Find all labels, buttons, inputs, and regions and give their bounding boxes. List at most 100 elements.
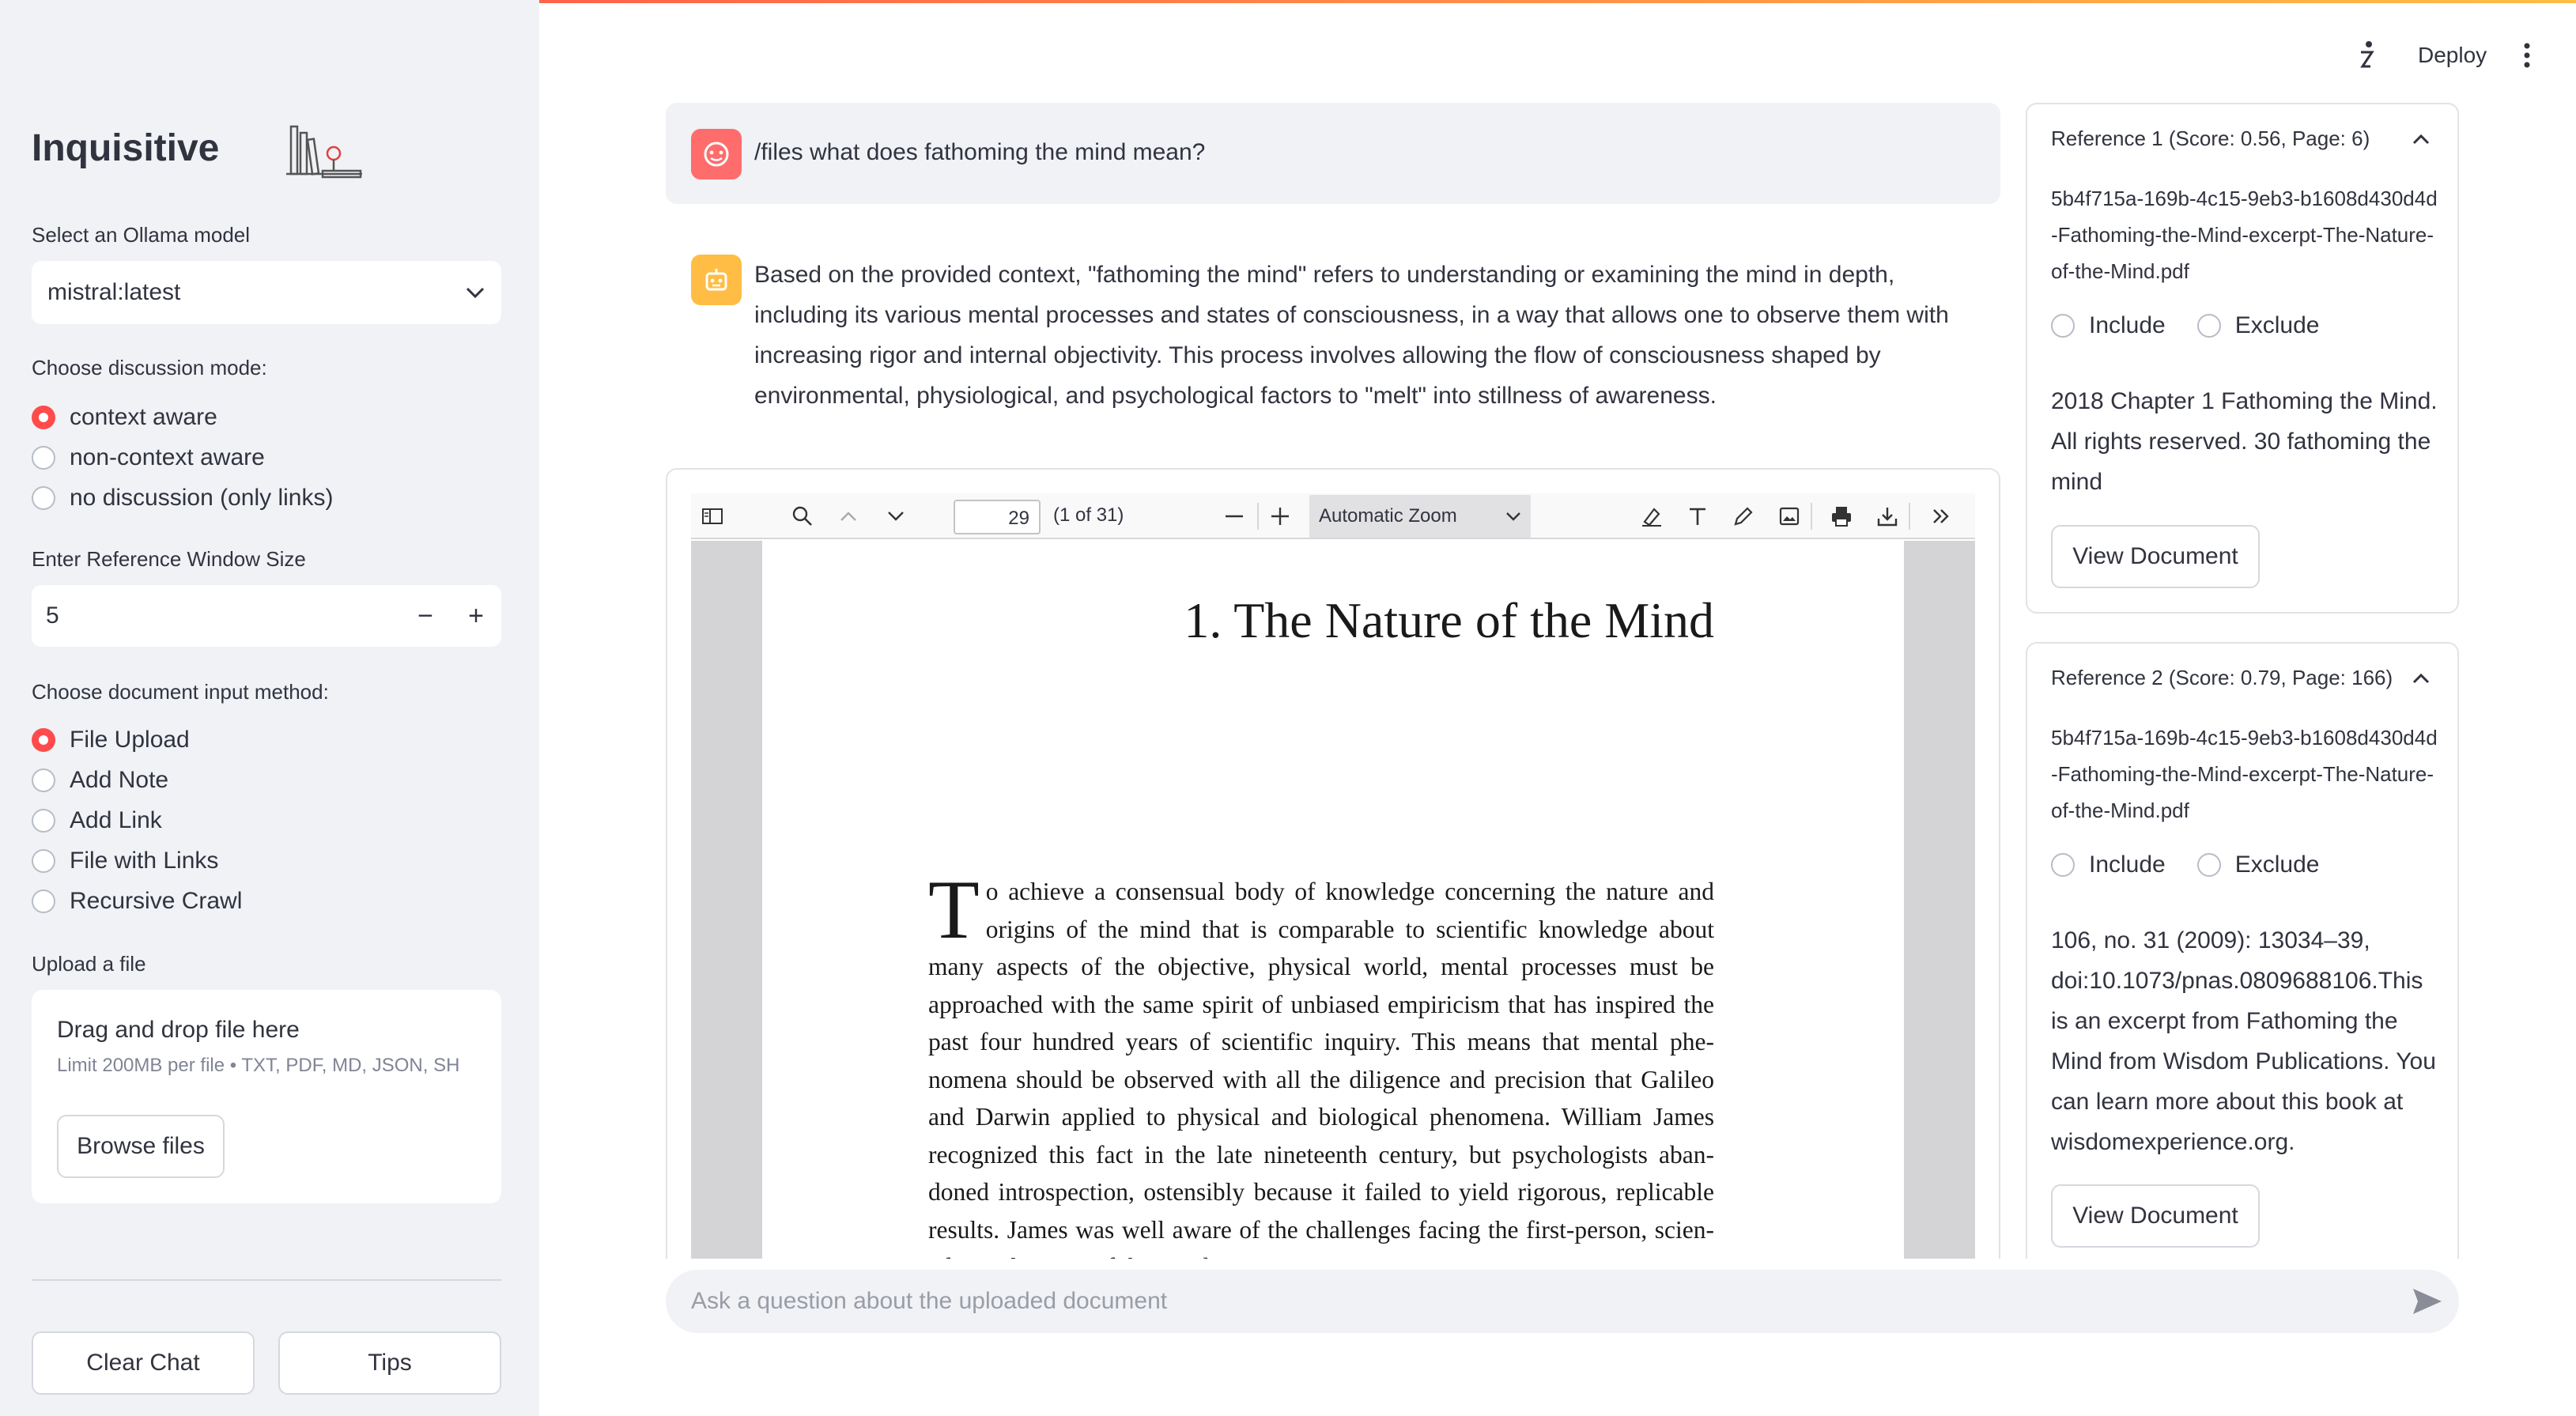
model-label: Select an Ollama model xyxy=(32,223,251,247)
print-icon[interactable] xyxy=(1830,504,1853,528)
view-document-button[interactable]: View Document xyxy=(2051,525,2260,588)
books-logo-icon xyxy=(286,125,362,179)
radio-selected-icon xyxy=(32,405,55,429)
mode-option-context-aware[interactable]: context aware xyxy=(32,397,333,437)
exclude-radio[interactable]: Exclude xyxy=(2196,849,2319,881)
pdf-viewer[interactable]: 29 (1 of 31) Automatic Zoom 1. The Natur… xyxy=(666,468,2000,1259)
sidebar-divider xyxy=(32,1279,501,1281)
chat-input-placeholder: Ask a question about the uploaded docume… xyxy=(691,1288,1168,1314)
clear-chat-button[interactable]: Clear Chat xyxy=(32,1331,255,1395)
chevron-up-icon[interactable] xyxy=(2412,672,2431,685)
chat-input[interactable]: Ask a question about the uploaded docume… xyxy=(666,1270,2459,1333)
pdf-canvas-background: 1. The Nature of the Mind To achieve a c… xyxy=(691,541,1975,1259)
radio-empty-icon xyxy=(2051,853,2075,877)
sidebar-toggle-icon[interactable] xyxy=(701,504,724,528)
input-option-add-note[interactable]: Add Note xyxy=(32,760,242,800)
next-page-icon[interactable] xyxy=(884,504,908,528)
input-option-recursive-crawl[interactable]: Recursive Crawl xyxy=(32,881,242,921)
radio-empty-icon xyxy=(32,889,55,913)
highlight-icon[interactable] xyxy=(1640,504,1664,528)
mode-label: Choose discussion mode: xyxy=(32,356,267,379)
increment-button[interactable]: + xyxy=(451,585,501,647)
input-option-add-link[interactable]: Add Link xyxy=(32,800,242,840)
app-title: Inquisitive xyxy=(32,127,220,169)
radio-empty-icon xyxy=(2196,314,2221,338)
pdf-chapter-title: 1. The Nature of the Mind xyxy=(1184,592,1714,648)
input-method-label: Choose document input method: xyxy=(32,680,329,704)
radio-empty-icon xyxy=(2196,853,2221,877)
dropzone-title: Drag and drop file here xyxy=(57,1017,300,1043)
browse-files-button[interactable]: Browse files xyxy=(57,1115,225,1178)
page-number-input[interactable]: 29 xyxy=(954,500,1041,534)
main-menu-icon[interactable] xyxy=(2521,40,2533,71)
mode-radio-group: context aware non-context aware no discu… xyxy=(32,397,333,518)
text-tool-icon[interactable] xyxy=(1686,504,1709,528)
radio-selected-icon xyxy=(32,727,55,752)
user-message-text: /files what does fathoming the mind mean… xyxy=(754,139,1206,165)
zoom-out-icon[interactable] xyxy=(1222,504,1246,528)
window-size-value[interactable]: 5 xyxy=(46,602,400,629)
dropzone-limit: Limit 200MB per file • TXT, PDF, MD, JSO… xyxy=(57,1055,460,1076)
search-icon[interactable] xyxy=(791,504,814,528)
toolbar-separator xyxy=(1909,503,1910,530)
radio-empty-icon xyxy=(32,768,55,792)
chevron-up-icon[interactable] xyxy=(2412,133,2431,145)
model-select-value: mistral:latest xyxy=(47,279,181,305)
input-method-radio-group: File Upload Add Note Add Link File with … xyxy=(32,719,242,921)
include-radio[interactable]: Include xyxy=(2051,849,2166,881)
pdf-toolbar: 29 (1 of 31) Automatic Zoom xyxy=(691,493,1975,539)
pdf-body-text: To achieve a consensual body of knowledg… xyxy=(928,863,1714,1259)
radio-empty-icon xyxy=(32,808,55,833)
image-icon[interactable] xyxy=(1777,504,1801,528)
running-status-icon[interactable] xyxy=(2355,38,2378,73)
tips-button[interactable]: Tips xyxy=(278,1331,501,1395)
include-radio[interactable]: Include xyxy=(2051,310,2166,342)
download-icon[interactable] xyxy=(1875,504,1899,528)
model-select[interactable]: mistral:latest xyxy=(32,261,501,324)
mode-option-no-discussion[interactable]: no discussion (only links) xyxy=(32,478,333,518)
window-size-input[interactable]: 5 − + xyxy=(32,585,501,647)
radio-empty-icon xyxy=(2051,314,2075,338)
user-avatar-icon xyxy=(691,129,742,179)
draw-icon[interactable] xyxy=(1732,504,1755,528)
reference-filename: 5b4f715a-169b-4c15-9eb3-b1608d430d4d-Fat… xyxy=(2051,726,2438,822)
reference-header[interactable]: Reference 2 (Score: 0.79, Page: 166) xyxy=(2051,666,2393,690)
previous-page-icon[interactable] xyxy=(837,504,860,528)
reference-card-2: Reference 2 (Score: 0.79, Page: 166) 5b4… xyxy=(2026,642,2459,1259)
radio-empty-icon xyxy=(32,485,55,510)
sidebar: Inquisitive Select an Ollama model mistr… xyxy=(0,0,539,1416)
toolbar-separator xyxy=(1811,503,1812,530)
more-tools-icon[interactable] xyxy=(1929,504,1953,528)
reference-include-exclude: Include Exclude xyxy=(2051,310,2319,342)
view-document-button[interactable]: View Document xyxy=(2051,1184,2260,1248)
reference-excerpt: 106, no. 31 (2009): 13034–39, doi:10.107… xyxy=(2051,927,2436,1155)
reference-card-1: Reference 1 (Score: 0.56, Page: 6) 5b4f7… xyxy=(2026,103,2459,614)
pdf-page: 1. The Nature of the Mind To achieve a c… xyxy=(762,541,1904,1259)
zoom-in-icon[interactable] xyxy=(1268,504,1292,528)
drop-cap: T xyxy=(928,863,980,956)
assistant-avatar-icon xyxy=(691,255,742,305)
chevron-down-icon xyxy=(1506,512,1520,521)
input-option-file-upload[interactable]: File Upload xyxy=(32,719,242,760)
send-icon[interactable] xyxy=(2412,1287,2443,1316)
page-count: (1 of 31) xyxy=(1053,504,1124,526)
toolbar-separator xyxy=(1257,503,1259,530)
assistant-message-text: Based on the provided context, "fathomin… xyxy=(754,262,1949,409)
exclude-radio[interactable]: Exclude xyxy=(2196,310,2319,342)
radio-empty-icon xyxy=(32,848,55,873)
reference-header[interactable]: Reference 1 (Score: 0.56, Page: 6) xyxy=(2051,126,2370,151)
mode-option-non-context-aware[interactable]: non-context aware xyxy=(32,437,333,478)
reference-include-exclude: Include Exclude xyxy=(2051,849,2319,881)
input-option-file-with-links[interactable]: File with Links xyxy=(32,840,242,881)
radio-empty-icon xyxy=(32,445,55,470)
zoom-select[interactable]: Automatic Zoom xyxy=(1309,495,1531,538)
window-size-label: Enter Reference Window Size xyxy=(32,547,306,571)
deploy-button[interactable]: Deploy xyxy=(2418,43,2487,68)
file-dropzone[interactable]: Drag and drop file here Limit 200MB per … xyxy=(32,990,501,1203)
pdf-paragraph: o achieve a consensual body of knowledge… xyxy=(928,878,1714,1259)
reference-excerpt: 2018 Chapter 1 Fathoming the Mind. All r… xyxy=(2051,388,2438,495)
zoom-select-value: Automatic Zoom xyxy=(1319,505,1457,527)
decrement-button[interactable]: − xyxy=(400,585,451,647)
reference-filename: 5b4f715a-169b-4c15-9eb3-b1608d430d4d-Fat… xyxy=(2051,187,2438,283)
chevron-down-icon xyxy=(466,287,485,299)
